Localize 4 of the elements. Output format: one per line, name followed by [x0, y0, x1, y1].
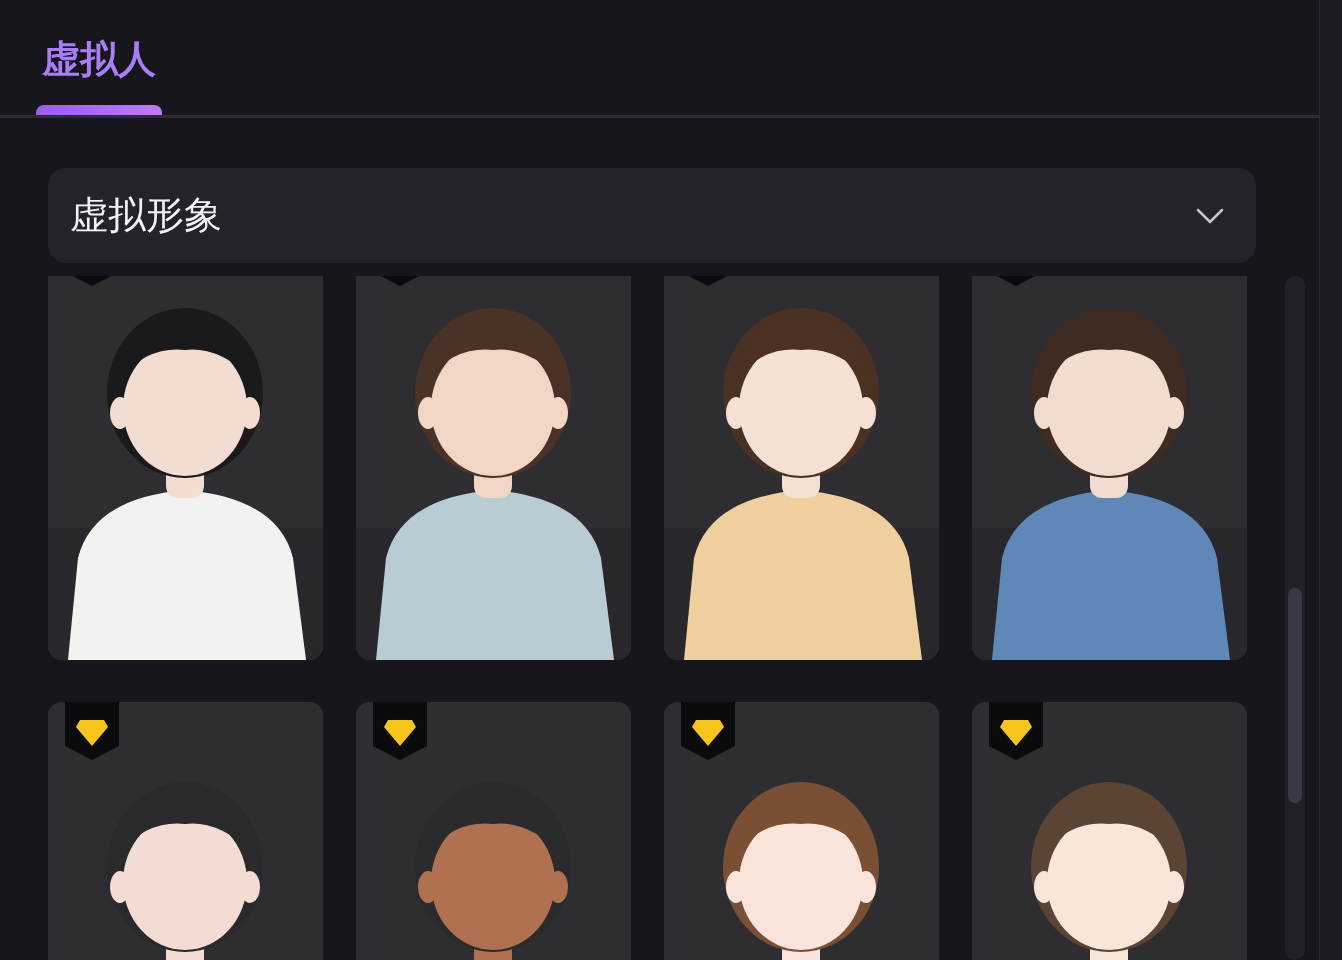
- dropdown[interactable]: 虚拟形象: [48, 168, 1256, 263]
- tab[interactable]: 虚拟人: [36, 30, 162, 115]
- scrollbar-thumb[interactable]: [1288, 588, 1302, 803]
- chevron-down-icon: [1196, 207, 1224, 224]
